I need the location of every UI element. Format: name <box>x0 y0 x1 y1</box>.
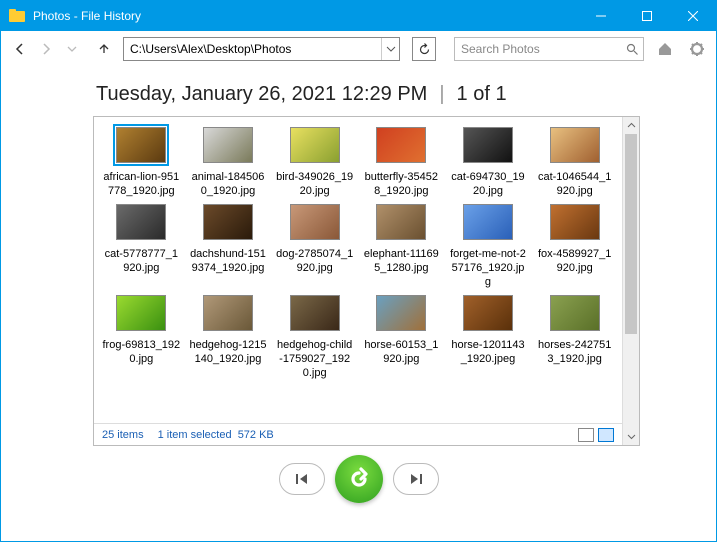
scroll-down-button[interactable] <box>623 428 639 445</box>
file-label: cat-5778777_1920.jpg <box>100 248 183 276</box>
file-label: horse-60153_1920.jpg <box>360 339 443 367</box>
file-label: butterfly-354528_1920.jpg <box>360 171 443 199</box>
maximize-button[interactable] <box>624 1 670 31</box>
address-bar <box>123 37 400 61</box>
file-thumbnail[interactable] <box>376 295 426 331</box>
file-label: horses-2427513_1920.jpg <box>533 339 616 367</box>
next-version-button[interactable] <box>393 463 439 495</box>
window-title: Photos - File History <box>33 9 578 23</box>
version-pager: 1 of 1 <box>457 83 507 106</box>
nav-up-button[interactable] <box>93 38 115 60</box>
file-label: african-lion-951778_1920.jpg <box>100 171 183 199</box>
file-item[interactable]: horses-2427513_1920.jpg <box>533 295 616 380</box>
file-item[interactable]: animal-1845060_1920.jpg <box>187 127 270 198</box>
nav-back-button[interactable] <box>9 38 31 60</box>
file-label: animal-1845060_1920.jpg <box>187 171 270 199</box>
view-thumbnails-icon[interactable] <box>598 428 614 442</box>
heading-separator: | <box>439 83 444 106</box>
file-thumbnail[interactable] <box>203 127 253 163</box>
file-label: forget-me-not-257176_1920.jpg <box>447 248 530 289</box>
version-timestamp: Tuesday, January 26, 2021 12:29 PM <box>96 83 427 106</box>
content-frame: african-lion-951778_1920.jpganimal-18450… <box>93 116 640 446</box>
previous-version-button[interactable] <box>279 463 325 495</box>
status-bar: 25 items 1 item selected 572 KB <box>94 423 622 445</box>
nav-forward-button[interactable] <box>35 38 57 60</box>
file-label: frog-69813_1920.jpg <box>100 339 183 367</box>
file-thumbnail[interactable] <box>203 295 253 331</box>
file-thumbnail[interactable] <box>290 127 340 163</box>
address-input[interactable] <box>124 38 381 60</box>
search-button[interactable] <box>622 43 643 56</box>
home-button[interactable] <box>654 38 676 60</box>
file-item[interactable]: hedgehog-child-1759027_1920.jpg <box>273 295 356 380</box>
file-item[interactable]: dachshund-1519374_1920.jpg <box>187 204 270 289</box>
file-thumbnail[interactable] <box>550 295 600 331</box>
view-details-icon[interactable] <box>578 428 594 442</box>
file-thumbnail[interactable] <box>463 127 513 163</box>
refresh-button[interactable] <box>412 37 436 61</box>
file-item[interactable]: african-lion-951778_1920.jpg <box>100 127 183 198</box>
file-thumbnail[interactable] <box>290 204 340 240</box>
scroll-track[interactable] <box>623 134 639 428</box>
file-thumbnail[interactable] <box>376 127 426 163</box>
file-thumbnail[interactable] <box>290 295 340 331</box>
file-item[interactable]: horse-60153_1920.jpg <box>360 295 443 380</box>
minimize-button[interactable] <box>578 1 624 31</box>
file-item[interactable]: elephant-111695_1280.jpg <box>360 204 443 289</box>
nav-history-dropdown[interactable] <box>61 38 83 60</box>
file-thumbnail[interactable] <box>550 204 600 240</box>
file-item[interactable]: bird-349026_1920.jpg <box>273 127 356 198</box>
file-item[interactable]: cat-5778777_1920.jpg <box>100 204 183 289</box>
file-item[interactable]: hedgehog-1215140_1920.jpg <box>187 295 270 380</box>
file-list: african-lion-951778_1920.jpganimal-18450… <box>94 117 622 445</box>
file-item[interactable]: cat-694730_1920.jpg <box>447 127 530 198</box>
file-item[interactable]: fox-4589927_1920.jpg <box>533 204 616 289</box>
history-controls <box>1 446 716 512</box>
file-item[interactable]: dog-2785074_1920.jpg <box>273 204 356 289</box>
file-item[interactable]: horse-1201143_1920.jpeg <box>447 295 530 380</box>
file-label: cat-694730_1920.jpg <box>447 171 530 199</box>
file-thumbnail[interactable] <box>116 204 166 240</box>
file-label: cat-1046544_1920.jpg <box>533 171 616 199</box>
restore-button[interactable] <box>335 455 383 503</box>
file-thumbnail[interactable] <box>376 204 426 240</box>
close-button[interactable] <box>670 1 716 31</box>
file-item[interactable]: frog-69813_1920.jpg <box>100 295 183 380</box>
settings-button[interactable] <box>686 38 708 60</box>
file-label: hedgehog-child-1759027_1920.jpg <box>273 339 356 380</box>
scroll-thumb[interactable] <box>625 134 637 334</box>
app-icon <box>9 8 25 24</box>
search-input[interactable] <box>455 38 622 60</box>
scroll-up-button[interactable] <box>623 117 639 134</box>
file-thumbnail[interactable] <box>463 204 513 240</box>
file-label: bird-349026_1920.jpg <box>273 171 356 199</box>
status-selection: 1 item selected 572 KB <box>158 429 274 441</box>
file-item[interactable]: butterfly-354528_1920.jpg <box>360 127 443 198</box>
file-thumbnail[interactable] <box>463 295 513 331</box>
search-bar <box>454 37 644 61</box>
file-label: dachshund-1519374_1920.jpg <box>187 248 270 276</box>
file-label: hedgehog-1215140_1920.jpg <box>187 339 270 367</box>
file-item[interactable]: cat-1046544_1920.jpg <box>533 127 616 198</box>
file-item[interactable]: forget-me-not-257176_1920.jpg <box>447 204 530 289</box>
file-thumbnail[interactable] <box>116 127 166 163</box>
file-thumbnail[interactable] <box>203 204 253 240</box>
file-label: dog-2785074_1920.jpg <box>273 248 356 276</box>
scrollbar[interactable] <box>622 117 639 445</box>
file-thumbnail[interactable] <box>116 295 166 331</box>
toolbar <box>1 31 716 67</box>
address-dropdown[interactable] <box>381 38 399 60</box>
version-heading: Tuesday, January 26, 2021 12:29 PM | 1 o… <box>1 67 716 116</box>
titlebar: Photos - File History <box>1 1 716 31</box>
file-label: horse-1201143_1920.jpeg <box>447 339 530 367</box>
file-thumbnail[interactable] <box>550 127 600 163</box>
file-label: elephant-111695_1280.jpg <box>360 248 443 276</box>
status-count: 25 items <box>102 429 144 441</box>
file-label: fox-4589927_1920.jpg <box>533 248 616 276</box>
